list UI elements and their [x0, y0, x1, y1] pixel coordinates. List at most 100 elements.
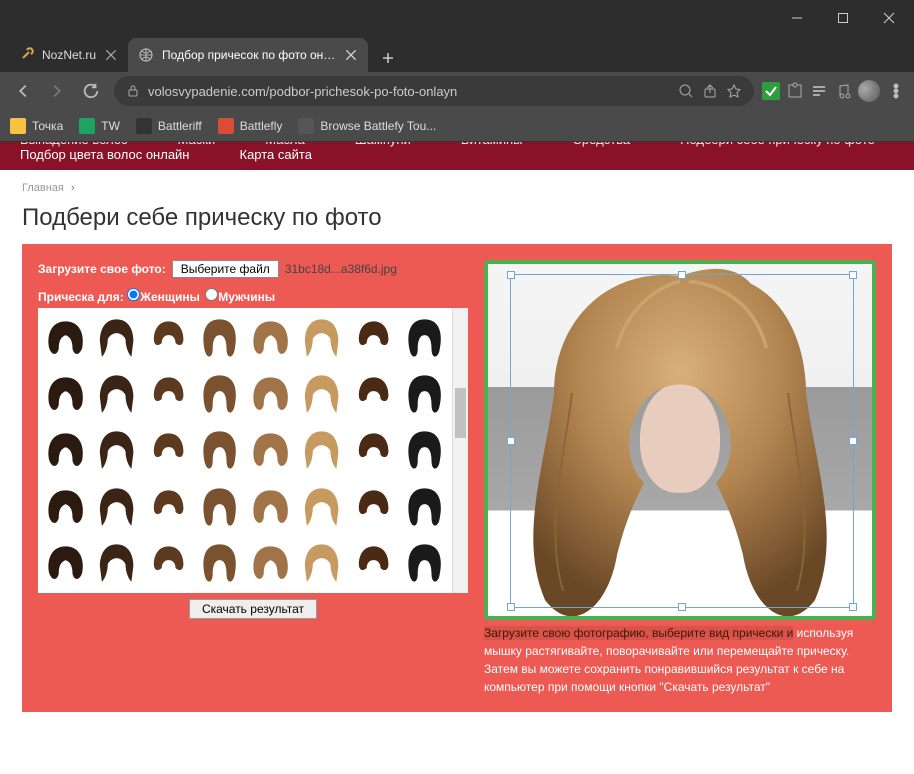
bookmark-icon	[136, 118, 152, 134]
hairstyle-option[interactable]	[246, 311, 295, 365]
hairstyle-option[interactable]	[92, 311, 141, 365]
nav-link[interactable]: Подбери себе прическу по фото	[680, 142, 875, 147]
hairstyle-option[interactable]	[41, 536, 90, 590]
gender-male-radio[interactable]	[205, 288, 218, 301]
hairstyle-option[interactable]	[195, 536, 244, 590]
gender-label: Прическа для:	[38, 290, 124, 304]
hairstyle-option[interactable]	[195, 423, 244, 477]
hairstyle-option[interactable]	[246, 367, 295, 421]
hairstyle-option[interactable]	[144, 423, 193, 477]
hairstyle-option[interactable]	[195, 367, 244, 421]
resize-handle-s[interactable]	[678, 603, 686, 611]
bookmark-label: Battleriff	[158, 119, 202, 133]
nav-link[interactable]: Выпадение волос	[20, 142, 128, 147]
address-bar[interactable]: volosvypadenie.com/podbor-prichesok-po-f…	[114, 76, 754, 106]
hairstyle-option[interactable]	[41, 480, 90, 534]
hairstyle-option[interactable]	[297, 311, 346, 365]
nav-link[interactable]: Карта сайта	[240, 147, 312, 162]
nav-link[interactable]: Шампуни	[355, 142, 411, 147]
resize-handle-e[interactable]	[849, 437, 857, 445]
nav-link[interactable]: Масла	[265, 142, 305, 147]
hairstyle-option[interactable]	[400, 536, 449, 590]
scrollbar[interactable]	[452, 308, 468, 593]
hairstyle-option[interactable]	[400, 480, 449, 534]
close-icon[interactable]	[344, 48, 358, 62]
bookmark-item[interactable]: Battlefly	[218, 118, 283, 134]
resize-handle-nw[interactable]	[507, 271, 515, 279]
hairstyle-option[interactable]	[400, 367, 449, 421]
hairstyle-option[interactable]	[246, 423, 295, 477]
hairstyle-option[interactable]	[144, 480, 193, 534]
hairstyle-option[interactable]	[41, 367, 90, 421]
instructions-text: Загрузите свою фотографию, выберите вид …	[484, 624, 876, 696]
bookmark-item[interactable]: Battleriff	[136, 118, 202, 134]
window-maximize-button[interactable]	[820, 2, 866, 34]
gender-female-radio[interactable]	[127, 288, 140, 301]
download-result-button[interactable]: Скачать результат	[189, 599, 317, 619]
hairstyle-option[interactable]	[195, 480, 244, 534]
hairstyle-option[interactable]	[41, 423, 90, 477]
hairstyle-option[interactable]	[400, 311, 449, 365]
hairstyle-option[interactable]	[349, 480, 398, 534]
hairstyle-option[interactable]	[246, 480, 295, 534]
hairstyle-option[interactable]	[92, 423, 141, 477]
resize-handle-ne[interactable]	[849, 271, 857, 279]
hairstyle-option[interactable]	[297, 480, 346, 534]
breadcrumb-home[interactable]: Главная	[22, 182, 64, 194]
bookmark-item[interactable]: Точка	[10, 118, 63, 134]
hairstyle-option[interactable]	[349, 311, 398, 365]
extension-puzzle-icon[interactable]	[786, 82, 804, 100]
profile-avatar[interactable]	[858, 80, 880, 102]
nav-link[interactable]: Маски	[178, 142, 216, 147]
hairstyle-option[interactable]	[349, 367, 398, 421]
share-icon[interactable]	[702, 83, 718, 99]
hairstyle-option[interactable]	[92, 367, 141, 421]
site-nav: Выпадение волос Маски Масла Шампуни Витамины…	[0, 142, 914, 170]
tab-title: NozNet.ru	[42, 48, 96, 62]
nav-link[interactable]: Средства	[573, 142, 631, 147]
extension-list-icon[interactable]	[810, 82, 828, 100]
hairstyle-option[interactable]	[144, 311, 193, 365]
hairstyle-option[interactable]	[246, 536, 295, 590]
tab-noznet[interactable]: NozNet.ru	[8, 38, 128, 72]
window-close-button[interactable]	[866, 2, 912, 34]
hairstyle-option[interactable]	[297, 367, 346, 421]
resize-handle-sw[interactable]	[507, 603, 515, 611]
star-icon[interactable]	[726, 83, 742, 99]
hairstyle-option[interactable]	[41, 311, 90, 365]
search-icon[interactable]	[678, 83, 694, 99]
hairstyle-option[interactable]	[297, 536, 346, 590]
selection-box[interactable]	[510, 274, 854, 608]
hairstyle-option[interactable]	[195, 311, 244, 365]
nav-link[interactable]: Подбор цвета волос онлайн	[20, 147, 190, 162]
tab-active[interactable]: Подбор причесок по фото онла	[128, 38, 368, 72]
hairstyle-option[interactable]	[297, 423, 346, 477]
bookmark-icon	[298, 118, 314, 134]
hairstyle-option[interactable]	[349, 536, 398, 590]
hairstyle-option[interactable]	[144, 536, 193, 590]
hairstyle-option[interactable]	[144, 367, 193, 421]
hairstyle-option[interactable]	[400, 423, 449, 477]
nav-link[interactable]: Витамины	[461, 142, 523, 147]
close-icon[interactable]	[104, 48, 118, 62]
resize-handle-se[interactable]	[849, 603, 857, 611]
bookmark-item[interactable]: TW	[79, 118, 120, 134]
preview-canvas[interactable]	[484, 260, 876, 620]
new-tab-button[interactable]	[374, 44, 402, 72]
forward-button[interactable]	[42, 76, 72, 106]
choose-file-button[interactable]: Выберите файл	[172, 260, 279, 278]
reload-button[interactable]	[76, 76, 106, 106]
extension-check-icon[interactable]	[762, 82, 780, 100]
scrollbar-thumb[interactable]	[455, 388, 466, 438]
extension-music-icon[interactable]	[834, 82, 852, 100]
hairstyle-option[interactable]	[92, 480, 141, 534]
hairstyle-option[interactable]	[92, 536, 141, 590]
kebab-menu-icon[interactable]	[886, 76, 906, 106]
resize-handle-w[interactable]	[507, 437, 515, 445]
bookmark-item[interactable]: Browse Battlefy Tou...	[298, 118, 436, 134]
bookmark-label: Точка	[32, 119, 63, 133]
hairstyle-option[interactable]	[349, 423, 398, 477]
window-minimize-button[interactable]	[774, 2, 820, 34]
back-button[interactable]	[8, 76, 38, 106]
resize-handle-n[interactable]	[678, 271, 686, 279]
